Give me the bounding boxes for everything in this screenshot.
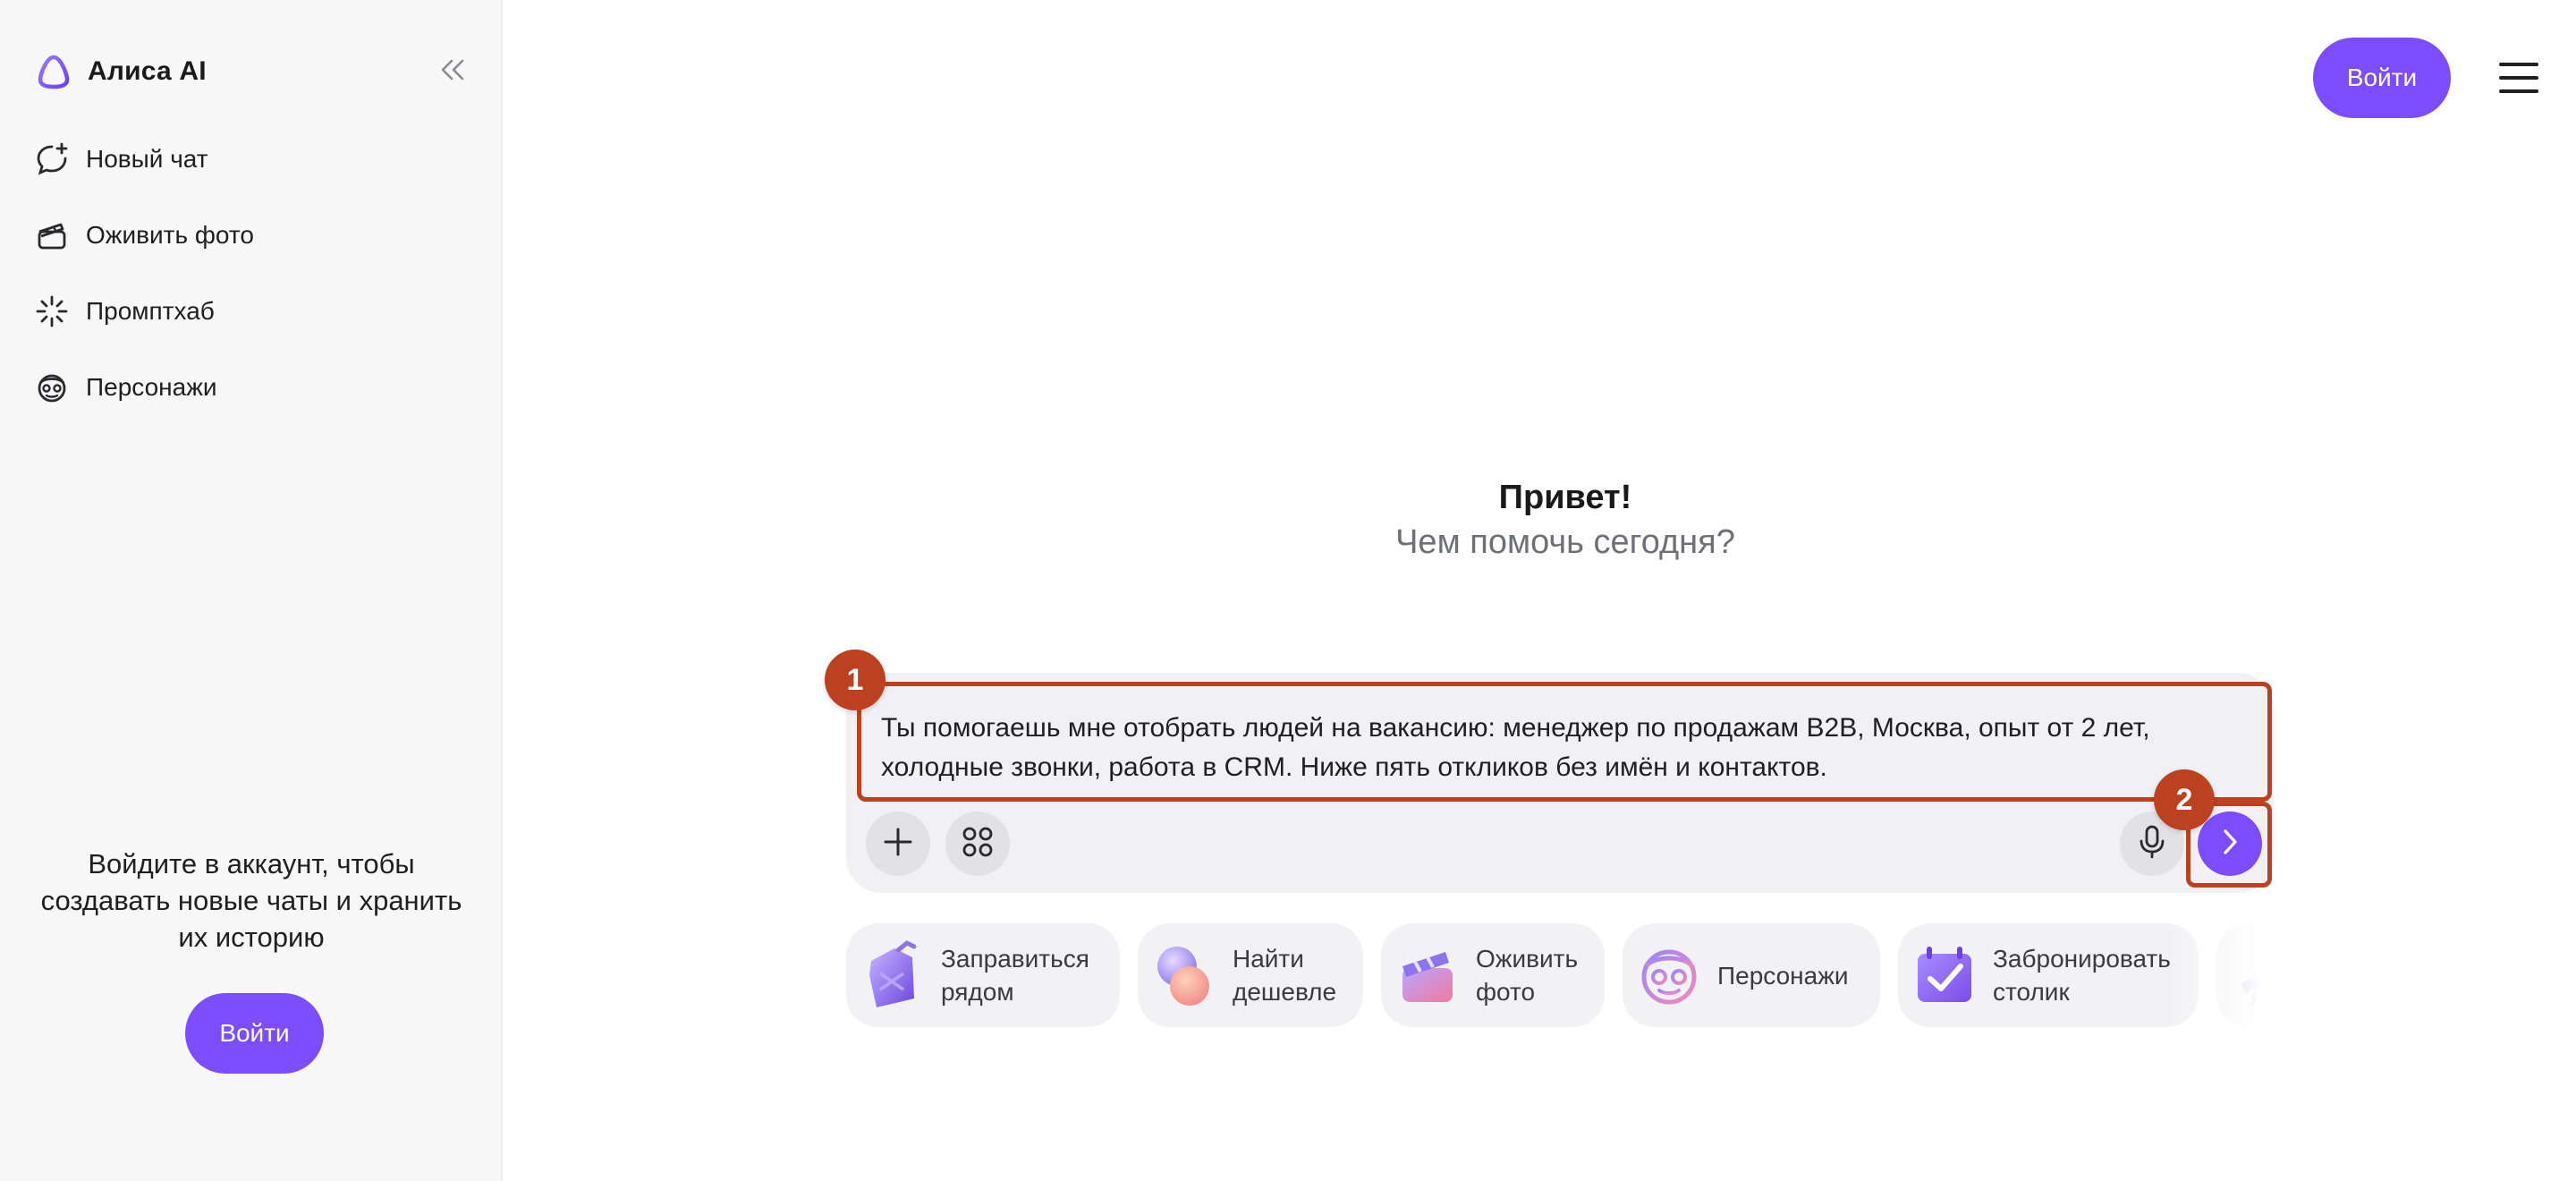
- suggestion-chips: Заправиться рядом Найти дешевле Оживить …: [846, 923, 2277, 1029]
- new-chat-icon: [34, 141, 70, 177]
- hamburger-menu-icon[interactable]: [2497, 59, 2540, 97]
- chip-book-table[interactable]: Забронировать столик: [1898, 923, 2199, 1027]
- greeting: Привет! Чем помочь сегодня?: [1297, 474, 1834, 564]
- sidebar-item-label: Персонажи: [86, 373, 217, 401]
- sidebar-item-characters[interactable]: Персонажи: [34, 364, 254, 411]
- app-window: Алиса AI Новый чат Оживить фото Промптха…: [0, 0, 2576, 1181]
- chip-characters[interactable]: Персонажи: [1623, 923, 1880, 1027]
- header-login-button[interactable]: Войти: [2313, 38, 2451, 118]
- clapperboard-icon: [1392, 939, 1463, 1011]
- send-button[interactable]: [2198, 811, 2262, 876]
- character-mask-icon: [34, 370, 70, 405]
- chip-label: Заправиться рядом: [941, 945, 1089, 1006]
- chip-refuel-nearby[interactable]: Заправиться рядом: [846, 923, 1120, 1027]
- sidebar-item-animate-photo[interactable]: Оживить фото: [34, 212, 254, 259]
- sidebar-item-label: Новый чат: [86, 145, 208, 173]
- annotation-badge-2: 2: [2154, 769, 2215, 830]
- add-attachment-button[interactable]: [866, 811, 930, 876]
- sidebar-nav: Новый чат Оживить фото Промптхаб Персона…: [34, 136, 254, 440]
- fuel-can-icon: [857, 939, 928, 1011]
- brand[interactable]: Алиса AI: [34, 52, 207, 91]
- login-promo-text: Войдите в аккаунт, чтобы создавать новые…: [40, 848, 462, 953]
- collapse-sidebar-button[interactable]: [435, 54, 470, 89]
- chip-label: Персонажи: [1717, 961, 1849, 990]
- clapperboard-icon: [34, 217, 70, 253]
- double-chevron-left-icon: [439, 58, 466, 86]
- sparkle-burst-icon: [34, 293, 70, 329]
- greeting-title: Привет!: [1498, 479, 1632, 516]
- alice-logo-icon: [34, 52, 73, 91]
- calendar-check-icon: [1909, 939, 1980, 1011]
- greeting-subtitle: Чем помочь сегодня?: [1395, 523, 1735, 561]
- prompt-input[interactable]: Ты помогаешь мне отобрать людей на вакан…: [857, 682, 2272, 802]
- sidebar-login-button[interactable]: Войти: [185, 993, 324, 1074]
- annotation-badge-1: 1: [825, 650, 886, 710]
- chip-find-cheaper[interactable]: Найти дешевле: [1138, 923, 1363, 1027]
- brand-name: Алиса AI: [88, 56, 207, 86]
- chip-label: Забронировать столик: [1993, 945, 2171, 1006]
- microphone-icon: [2137, 824, 2167, 864]
- chevron-right-icon: [2216, 827, 2243, 862]
- plus-icon: [882, 826, 914, 862]
- sidebar-item-label: Промптхаб: [86, 297, 215, 325]
- sidebar-item-prompthub[interactable]: Промптхаб: [34, 288, 254, 335]
- character-mask-icon: [1633, 939, 1705, 1011]
- coins-icon: [1148, 939, 1220, 1011]
- chip-label: Оживить фото: [1476, 945, 1579, 1006]
- chip-animate-photo[interactable]: Оживить фото: [1381, 923, 1605, 1027]
- grid-circles-icon: [961, 825, 995, 863]
- chip-label: Найти дешевле: [1233, 945, 1337, 1006]
- sidebar: Алиса AI Новый чат Оживить фото Промптха…: [0, 0, 503, 1181]
- apps-button[interactable]: [945, 811, 1010, 876]
- chips-fade-overlay: [2170, 923, 2277, 1029]
- login-promo: Войдите в аккаунт, чтобы создавать новые…: [25, 845, 478, 956]
- sidebar-item-new-chat[interactable]: Новый чат: [34, 136, 254, 183]
- sidebar-item-label: Оживить фото: [86, 221, 254, 249]
